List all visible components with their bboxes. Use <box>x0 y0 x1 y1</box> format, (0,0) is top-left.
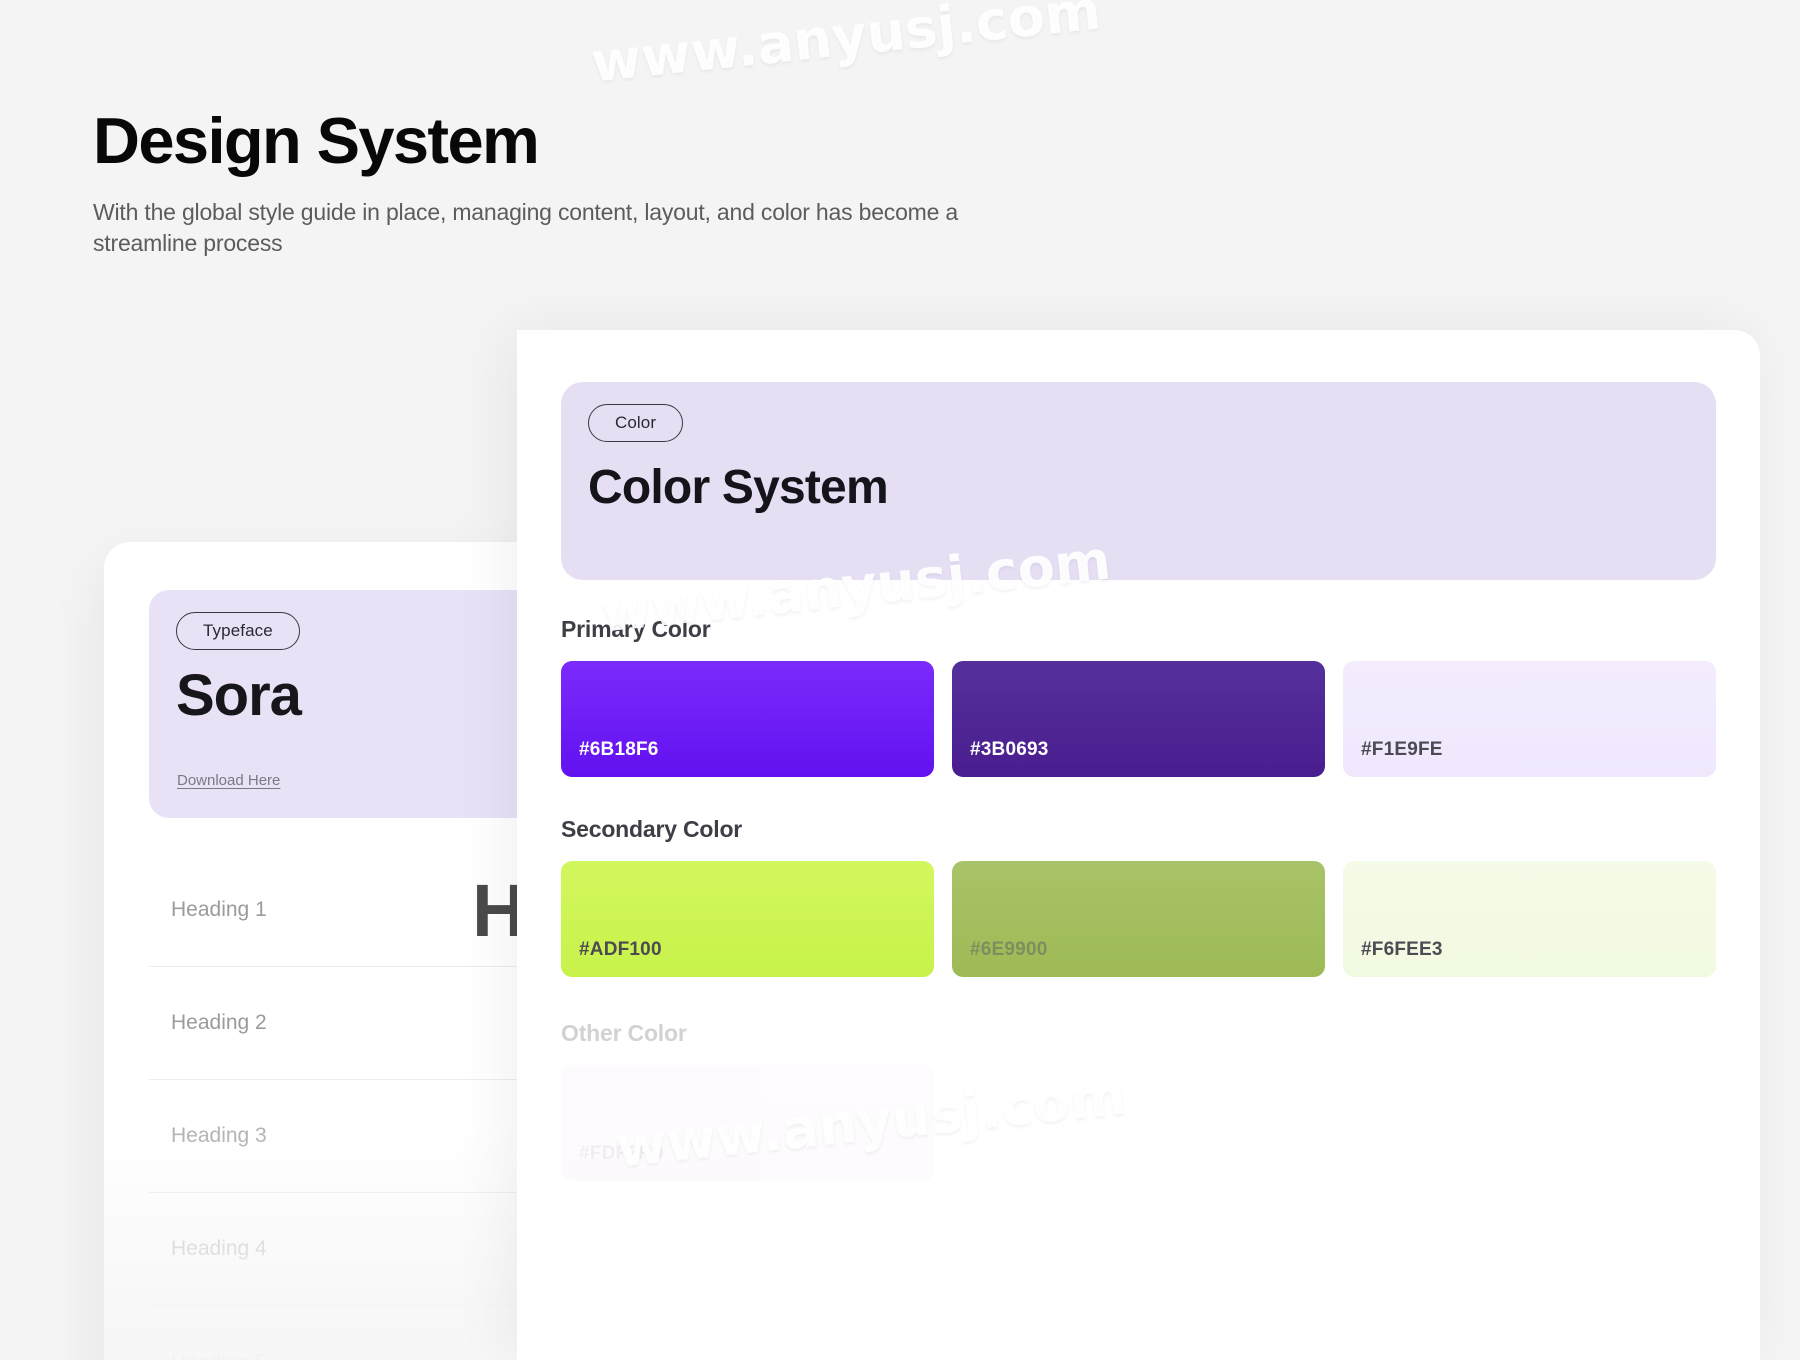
section-label: Primary Color <box>561 616 711 642</box>
section-label: Other Color <box>561 1020 687 1046</box>
swatch-spacer <box>1343 1065 1716 1181</box>
swatch-hex-label: #F6FEE3 <box>1361 939 1443 960</box>
watermark: www.anyusj.com <box>588 0 1104 95</box>
swatch-hex-label: #FDF2FD <box>579 1143 664 1164</box>
color-banner: Color Color System <box>561 382 1716 580</box>
typeface-name: Sora <box>176 663 302 728</box>
swatch-hex-label: #6E9900 <box>970 939 1048 960</box>
color-system-title: Color System <box>588 461 889 514</box>
page-title: Design System <box>93 104 540 177</box>
color-swatch[interactable]: #6E9900 <box>952 861 1325 977</box>
color-swatch[interactable]: #ADF100 <box>561 861 934 977</box>
secondary-color-section: Secondary Color #ADF100 #6E9900 #F6FEE3 <box>561 816 1716 977</box>
color-swatch[interactable]: #3B0693 <box>952 661 1325 777</box>
swatch-row: #ADF100 #6E9900 #F6FEE3 <box>561 861 1716 977</box>
screenshot-root: Design System With the global style guid… <box>0 0 1800 1360</box>
heading-row-label: Heading 5 <box>171 1351 267 1360</box>
page-header: Design System With the global style guid… <box>93 108 993 259</box>
heading-row-label: Heading 3 <box>171 1124 267 1147</box>
heading-row-label: Heading 1 <box>171 898 267 921</box>
heading-row-label: Heading 2 <box>171 1011 267 1034</box>
swatch-hex-label: #6B18F6 <box>579 739 659 760</box>
download-here-link[interactable]: Download Here <box>177 772 280 789</box>
color-system-card: Color Color System Primary Color #6B18F6… <box>517 330 1760 1360</box>
page-subtitle: With the global style guide in place, ma… <box>93 199 959 256</box>
section-label: Secondary Color <box>561 816 743 842</box>
other-color-section: Other Color #FDF2FD <box>561 1020 1716 1181</box>
color-swatch[interactable]: #FDF2FD <box>561 1065 934 1181</box>
swatch-spacer <box>952 1065 1325 1181</box>
swatch-hex-label: #ADF100 <box>579 939 662 960</box>
color-swatch[interactable]: #6B18F6 <box>561 661 934 777</box>
swatch-row: #FDF2FD <box>561 1065 1716 1181</box>
primary-color-section: Primary Color #6B18F6 #3B0693 #F1E9FE <box>561 616 1716 777</box>
swatch-hex-label: #3B0693 <box>970 739 1049 760</box>
color-swatch[interactable]: #F1E9FE <box>1343 661 1716 777</box>
typeface-pill[interactable]: Typeface <box>176 612 300 650</box>
swatch-hex-label: #F1E9FE <box>1361 739 1443 760</box>
color-swatch[interactable]: #F6FEE3 <box>1343 861 1716 977</box>
swatch-row: #6B18F6 #3B0693 #F1E9FE <box>561 661 1716 777</box>
heading-row-label: Heading 4 <box>171 1237 267 1260</box>
color-pill[interactable]: Color <box>588 404 684 442</box>
